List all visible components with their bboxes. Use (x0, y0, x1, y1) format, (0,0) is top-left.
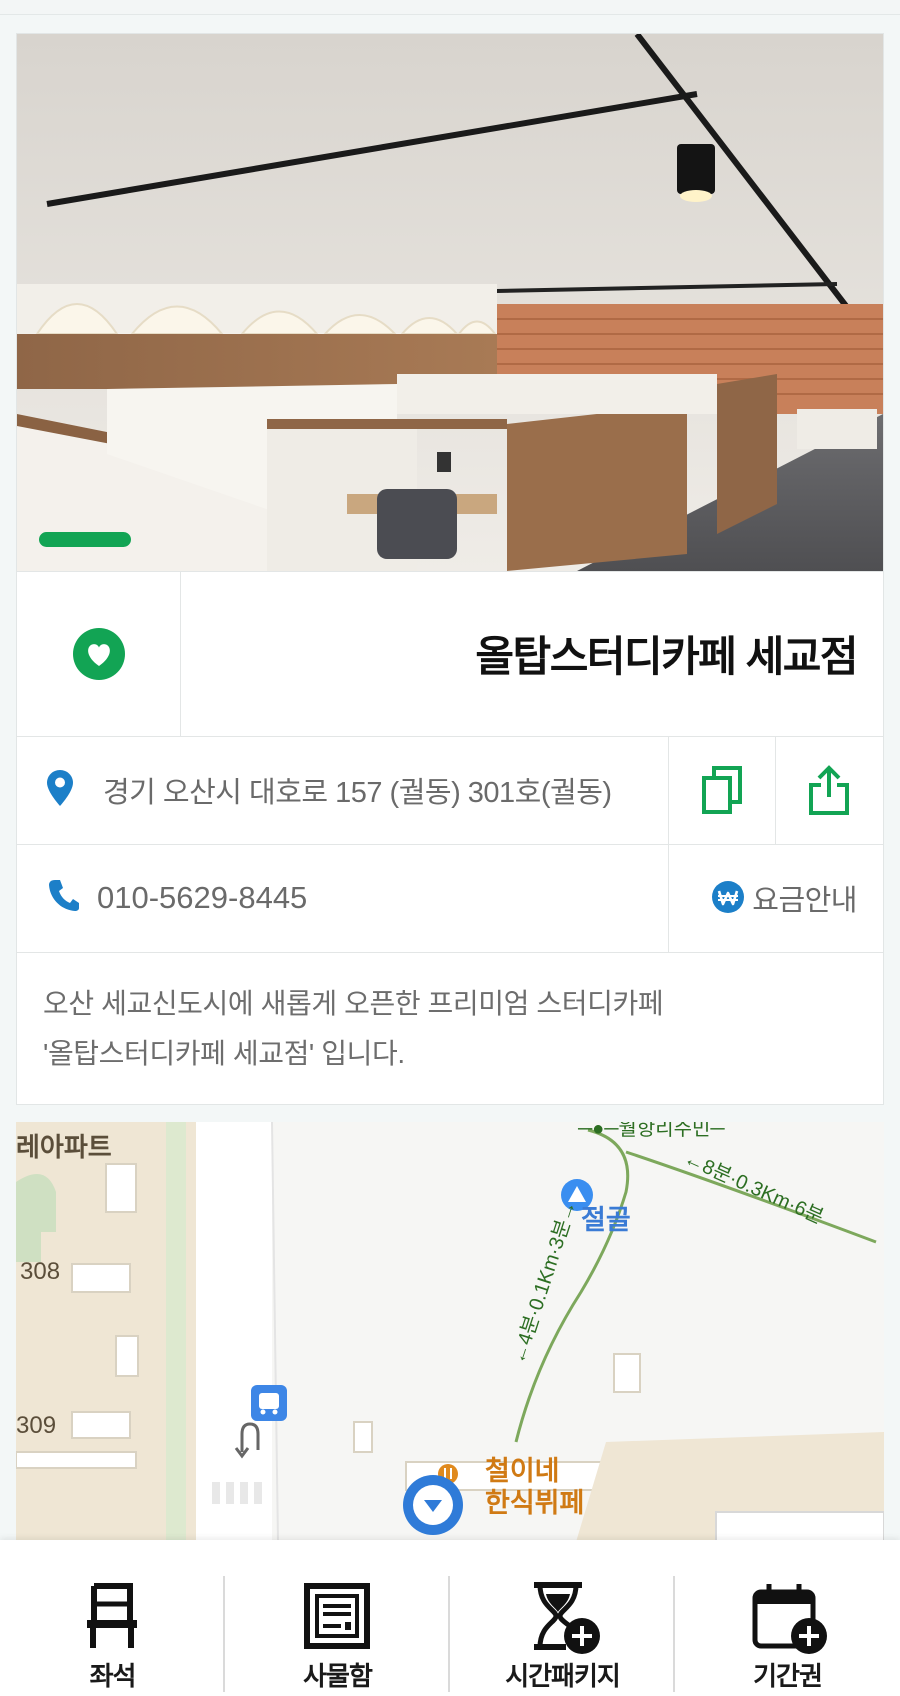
nav-seat[interactable]: 좌석 (0, 1540, 225, 1696)
copy-icon (702, 766, 742, 814)
share-icon (809, 765, 849, 815)
phone-icon (49, 880, 79, 911)
favorite-button[interactable] (17, 572, 180, 735)
nav-time-package[interactable]: 시간패키지 (450, 1540, 675, 1696)
store-name: 올탑스터디카페 세교점 (475, 633, 858, 680)
nav-locker[interactable]: 사물함 (225, 1540, 450, 1696)
description-line: 오산 세교신도시에 새롭게 오픈한 프리미엄 스터디카페 (43, 988, 664, 1019)
chair-icon (87, 1583, 137, 1648)
description-line: '올탑스터디카페 세교점' 입니다. (43, 1038, 405, 1069)
restaurant-name-line2: 한식뷔페 (485, 1488, 585, 1518)
description-row: 오산 세교신도시에 새롭게 오픈한 프리미엄 스터디카페 '올탑스터디카페 세교… (17, 952, 883, 1104)
carousel-indicator (39, 532, 131, 547)
divider (180, 572, 181, 736)
heart-icon (72, 627, 125, 680)
restaurant-label[interactable]: 철이네 한식뷔페 (485, 1455, 584, 1519)
nav-time-package-label: 시간패키지 (505, 1661, 621, 1691)
address-text: 경기 오산시 대호로 157 (궐동) 301호(궐동) (103, 777, 612, 809)
phone-number[interactable]: 010-5629-8445 (97, 845, 307, 951)
nav-locker-label: 사물함 (303, 1661, 373, 1691)
locker-icon (304, 1583, 370, 1649)
calendar-plus-icon (752, 1584, 827, 1654)
copy-address-button[interactable] (669, 737, 775, 843)
nav-period-pass[interactable]: 기간권 (675, 1540, 900, 1696)
nav-seat-label: 좌석 (89, 1661, 137, 1691)
phone-row: 010-5629-8445 요금안내 (17, 844, 883, 952)
restaurant-name-line1: 철이네 (485, 1456, 560, 1486)
apartment-label: 레아파트 (16, 1132, 112, 1162)
study-room-photo (17, 34, 883, 571)
store-info-card: 올탑스터디카페 세교점 경기 오산시 대호로 157 (궐동) 301호(궐동) (16, 33, 884, 1105)
won-icon (712, 881, 744, 913)
store-description: 오산 세교신도시에 새롭게 오픈한 프리미엄 스터디카페 '올탑스터디카페 세교… (43, 979, 843, 1079)
fee-guide-label: 요금안내 (752, 885, 857, 917)
store-photo[interactable] (17, 34, 883, 571)
hourglass-plus-icon (534, 1582, 600, 1654)
fee-guide-button[interactable]: 요금안내 (668, 845, 883, 951)
route-time-label: ─●─월항리주민─ (578, 1122, 725, 1140)
share-button[interactable] (776, 737, 882, 843)
building-309-label: 309 (16, 1412, 57, 1439)
location-map[interactable]: 레아파트 308 309 절골 ←4분·0.1Km·3분→ ←8분·0.3Km·… (16, 1122, 884, 1542)
nav-period-pass-label: 기간권 (753, 1661, 823, 1691)
building-308-label: 308 (20, 1258, 61, 1285)
address-row: 경기 오산시 대호로 157 (궐동) 301호(궐동) (17, 736, 883, 844)
map-pin-icon (47, 770, 73, 806)
temple-label[interactable]: 절골 (581, 1198, 631, 1237)
bottom-navigation: 좌석 사물함 시간패키지 기간권 (0, 1540, 900, 1696)
title-row: 올탑스터디카페 세교점 (17, 571, 883, 736)
top-status-strip (0, 0, 900, 15)
